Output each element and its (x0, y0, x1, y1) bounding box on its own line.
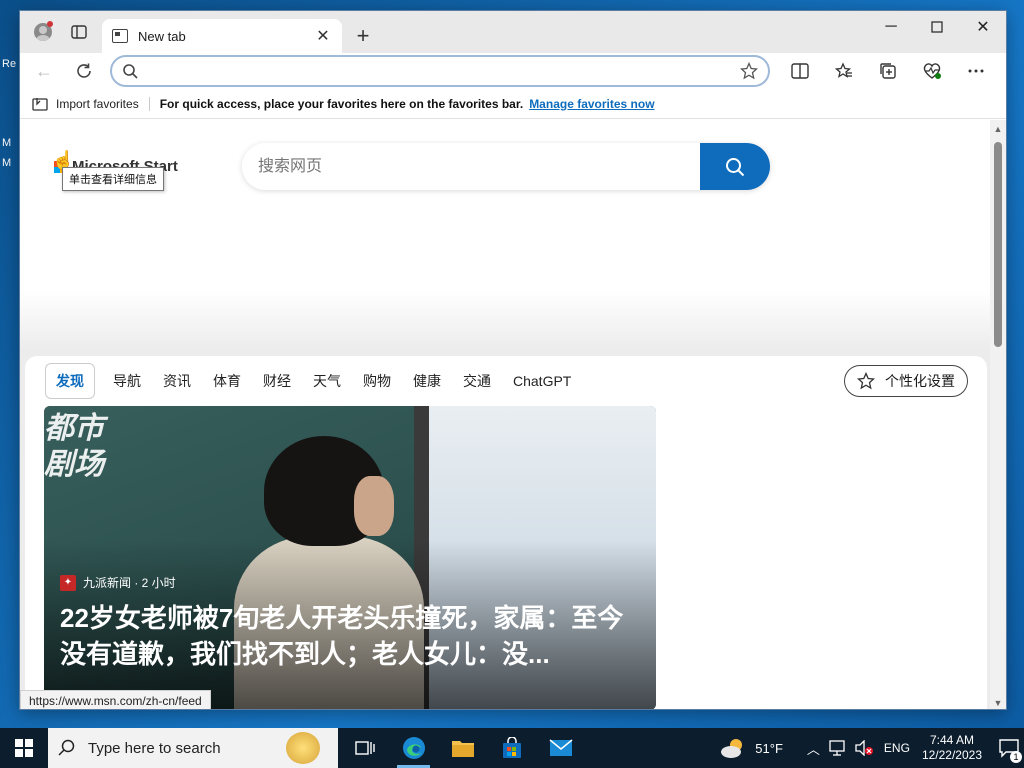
news-source-text: 九派新闻 · 2 小时 (83, 576, 176, 590)
network-icon[interactable] (828, 740, 846, 756)
browser-toolbar: ← (20, 53, 1006, 89)
task-view-icon (354, 741, 375, 755)
publisher-logo-icon: ✦ (60, 574, 76, 591)
personalize-label: 个性化设置 (885, 373, 955, 389)
tab-new-tab[interactable]: New tab ✕ (102, 19, 342, 53)
mail-button[interactable] (536, 728, 585, 768)
import-favorites-label: Import favorites (56, 96, 139, 111)
refresh-button[interactable] (68, 55, 100, 87)
feed-tab-chatgpt[interactable]: ChatGPT (513, 373, 571, 389)
scroll-down-icon[interactable]: ▼ (993, 698, 1003, 708)
news-source[interactable]: ✦ 九派新闻 · 2 小时 (60, 574, 176, 591)
desktop-icon-label[interactable]: M (2, 157, 18, 171)
volume-muted-icon[interactable] (854, 740, 874, 756)
mail-icon (549, 739, 572, 756)
page-scrollbar[interactable]: ▲ ▼ (990, 120, 1006, 709)
workspaces-button[interactable] (64, 17, 94, 47)
more-options-icon[interactable] (960, 55, 992, 87)
close-window-button[interactable]: ✕ (960, 11, 1006, 43)
desktop-icon-label[interactable]: M (2, 137, 18, 151)
address-bar[interactable] (110, 55, 770, 87)
import-favorites-button[interactable]: Import favorites (32, 96, 150, 111)
scroll-up-icon[interactable]: ▲ (993, 124, 1003, 134)
web-search-input[interactable] (242, 143, 700, 190)
windows-logo-icon (15, 739, 33, 757)
search-highlight-icon (286, 732, 320, 764)
feed-tab-navigation[interactable]: 导航 (113, 371, 141, 391)
feed-nav: 发现 导航 资讯 体育 财经 天气 购物 健康 交通 ChatGPT (25, 356, 987, 406)
desktop-icons: Re M M (0, 55, 20, 175)
feed-tab-health[interactable]: 健康 (413, 371, 441, 391)
refresh-icon (77, 63, 91, 78)
task-view-button[interactable] (340, 728, 389, 768)
favorite-star-icon (740, 62, 758, 80)
weather-widget[interactable]: 51°F (719, 737, 783, 759)
new-tab-button[interactable]: + (348, 21, 378, 51)
feed-tab-discover[interactable]: 发现 (45, 363, 95, 399)
weather-temp: 51°F (755, 740, 783, 756)
back-button[interactable]: ← (28, 55, 60, 87)
minimize-button[interactable]: ─ (868, 11, 914, 43)
language-indicator[interactable]: ENG (884, 741, 910, 755)
browser-window: New tab ✕ + ─ ✕ ← Import favorites For q… (19, 10, 1007, 710)
search-icon (726, 157, 745, 176)
feed-tab-weather[interactable]: 天气 (313, 371, 341, 391)
feed-tab-shopping[interactable]: 购物 (363, 371, 391, 391)
title-bar: New tab ✕ + ─ ✕ (20, 11, 1006, 53)
split-screen-icon[interactable] (784, 55, 816, 87)
close-tab-icon[interactable]: ✕ (314, 26, 332, 46)
collections-icon[interactable] (872, 55, 904, 87)
sparkle-star-icon (857, 372, 875, 390)
search-icon (58, 739, 75, 756)
feed-tab-sports[interactable]: 体育 (213, 371, 241, 391)
tooltip: 单击查看详细信息 (62, 167, 164, 191)
notification-center-button[interactable]: 1 (994, 728, 1024, 768)
tab-actions-icon (71, 25, 87, 39)
tab-title: New tab (138, 28, 186, 44)
news-feed: 发现 导航 资讯 体育 财经 天气 购物 健康 交通 ChatGPT 个性化设置… (25, 356, 987, 709)
chevron-up-icon[interactable]: ︿ (807, 739, 820, 758)
favorites-bar: Import favorites For quick access, place… (20, 89, 1006, 119)
personalize-button[interactable]: 个性化设置 (844, 365, 968, 397)
clock-date: 12/22/2023 (921, 748, 982, 762)
address-input[interactable] (146, 63, 740, 79)
web-search-box[interactable] (242, 143, 770, 190)
desktop-icon-label[interactable]: Re (2, 58, 18, 72)
taskbar: Type here to search 51°F ︿ ENG 7:44 AM 1… (0, 728, 1024, 768)
search-icon (123, 64, 138, 79)
browser-essentials-icon[interactable] (916, 55, 948, 87)
new-tab-page: Microsoft Start ☝ 单击查看详细信息 发现 导航 资讯 体育 财… (20, 120, 992, 709)
status-bar-url: https://www.msn.com/zh-cn/feed (20, 690, 211, 709)
taskbar-search[interactable]: Type here to search (48, 728, 338, 768)
feed-tab-news[interactable]: 资讯 (163, 371, 191, 391)
start-button[interactable] (0, 728, 48, 768)
notification-count: 1 (1010, 751, 1022, 763)
clock-time: 7:44 AM (929, 733, 974, 747)
web-search-button[interactable] (700, 143, 770, 190)
feed-tab-traffic[interactable]: 交通 (463, 371, 491, 391)
hero-image-text: 都市 剧场 (44, 412, 104, 481)
profile-button[interactable] (28, 17, 58, 47)
folder-icon (451, 741, 474, 757)
partly-cloudy-icon (721, 739, 743, 758)
hero-news-card[interactable]: 都市 剧场 ✦ 九派新闻 · 2 小时 22岁女老师被7旬老人开老头乐撞死，家属… (44, 406, 656, 709)
file-explorer-button[interactable] (438, 728, 487, 768)
maximize-button[interactable] (914, 11, 960, 43)
favorites-icon[interactable] (828, 55, 860, 87)
taskbar-search-placeholder: Type here to search (88, 739, 221, 757)
store-icon (502, 737, 521, 758)
edge-taskbar-button[interactable] (389, 728, 438, 768)
feed-tab-finance[interactable]: 财经 (263, 371, 291, 391)
edge-icon (402, 737, 425, 759)
profile-alert-dot (47, 21, 53, 27)
favorites-bar-message: For quick access, place your favorites h… (159, 96, 524, 111)
system-tray: 51°F ︿ ENG 7:44 AM 12/22/2023 1 (719, 728, 1024, 768)
store-button[interactable] (487, 728, 536, 768)
news-headline[interactable]: 22岁女老师被7旬老人开老头乐撞死，家属：至今没有道歉，我们找不到人；老人女儿：… (60, 600, 645, 672)
new-tab-page-icon (112, 29, 128, 43)
import-icon (32, 97, 48, 111)
clock[interactable]: 7:44 AM 12/22/2023 (922, 733, 982, 763)
manage-favorites-link[interactable]: Manage favorites now (529, 97, 654, 111)
scroll-thumb[interactable] (994, 142, 1002, 347)
